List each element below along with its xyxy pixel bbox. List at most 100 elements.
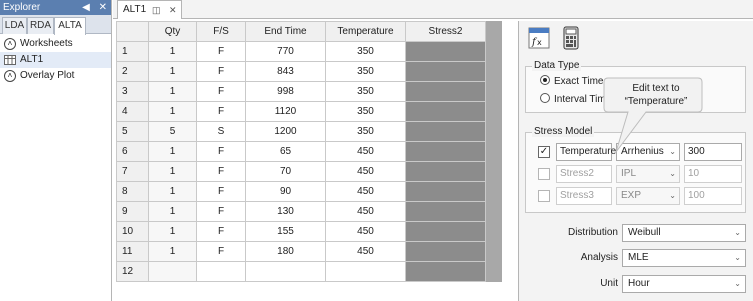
temperature-cell[interactable]: 350 [325, 121, 406, 142]
qty-cell[interactable]: 1 [148, 101, 197, 122]
qty-cell[interactable]: 1 [148, 41, 197, 62]
row-number-cell[interactable]: 10 [116, 221, 149, 242]
end-time-cell[interactable]: 180 [245, 241, 326, 262]
temperature-cell[interactable]: 450 [325, 161, 406, 182]
close-tab-icon[interactable]: ✕ [169, 1, 177, 19]
fs-cell[interactable]: F [196, 81, 246, 102]
row-number-cell[interactable]: 4 [116, 101, 149, 122]
end-time-cell[interactable]: 65 [245, 141, 326, 162]
stress2-cell[interactable] [405, 121, 486, 142]
fs-cell[interactable]: F [196, 161, 246, 182]
analysis-dropdown[interactable]: MLE ⌄ [622, 249, 746, 267]
end-time-cell[interactable]: 1200 [245, 121, 326, 142]
row-number-cell[interactable]: 6 [116, 141, 149, 162]
fs-cell[interactable]: F [196, 61, 246, 82]
row-number-cell[interactable]: 9 [116, 201, 149, 222]
table-row[interactable]: 3 1 F 998 350 [116, 81, 502, 102]
tree-item-alt1[interactable]: ALT1 [0, 52, 111, 68]
stress2-cell[interactable] [405, 141, 486, 162]
fs-cell[interactable]: F [196, 241, 246, 262]
tab-alta[interactable]: ALTA [54, 17, 86, 35]
stress3-model-dropdown[interactable]: EXP ⌄ [616, 187, 680, 205]
row-number-cell[interactable]: 1 [116, 41, 149, 62]
stress2-cell[interactable] [405, 41, 486, 62]
stress2-value-field[interactable]: 10 [684, 165, 742, 183]
collapse-icon[interactable]: ˄ [4, 70, 16, 82]
qty-cell[interactable]: 1 [148, 221, 197, 242]
radio-icon[interactable] [540, 93, 550, 103]
function-wizard-icon[interactable]: f x [527, 26, 551, 50]
stress2-model-dropdown[interactable]: IPL ⌄ [616, 165, 680, 183]
radio-icon[interactable] [540, 75, 550, 85]
stress2-name-field[interactable]: Stress2 [556, 165, 612, 183]
qty-cell[interactable]: 1 [148, 241, 197, 262]
stress2-cell[interactable] [405, 101, 486, 122]
table-row[interactable]: 10 1 F 155 450 [116, 221, 502, 242]
end-time-cell[interactable]: 70 [245, 161, 326, 182]
row-number-cell[interactable]: 8 [116, 181, 149, 202]
tree-item-overlay-plot[interactable]: ˄ Overlay Plot [0, 68, 111, 84]
unit-dropdown[interactable]: Hour ⌄ [622, 275, 746, 293]
temperature-cell[interactable]: 350 [325, 81, 406, 102]
qty-cell[interactable]: 1 [148, 61, 197, 82]
qty-cell[interactable]: 1 [148, 201, 197, 222]
temperature-cell[interactable]: 350 [325, 101, 406, 122]
table-row[interactable]: 12 [116, 261, 502, 282]
temperature-cell[interactable] [325, 261, 406, 282]
distribution-dropdown[interactable]: Weibull ⌄ [622, 224, 746, 242]
fs-cell[interactable]: F [196, 101, 246, 122]
table-row[interactable]: 9 1 F 130 450 [116, 201, 502, 222]
header-end-time[interactable]: End Time [245, 21, 326, 42]
tab-lda[interactable]: LDA [2, 17, 27, 34]
stress2-cell[interactable] [405, 81, 486, 102]
header-stress2[interactable]: Stress2 [405, 21, 486, 42]
qty-cell[interactable]: 1 [148, 181, 197, 202]
qty-cell[interactable]: 1 [148, 161, 197, 182]
end-time-cell[interactable]: 843 [245, 61, 326, 82]
temperature-cell[interactable]: 450 [325, 201, 406, 222]
end-time-cell[interactable]: 90 [245, 181, 326, 202]
fs-cell[interactable]: F [196, 41, 246, 62]
temperature-cell[interactable]: 450 [325, 181, 406, 202]
table-row[interactable]: 11 1 F 180 450 [116, 241, 502, 262]
temperature-cell[interactable]: 350 [325, 41, 406, 62]
row-number-cell[interactable]: 3 [116, 81, 149, 102]
stress2-cell[interactable] [405, 241, 486, 262]
tab-alt1[interactable]: ALT1 ◫ ✕ [117, 0, 182, 19]
qty-cell[interactable]: 1 [148, 81, 197, 102]
table-row[interactable]: 2 1 F 843 350 [116, 61, 502, 82]
stress2-cell[interactable] [405, 221, 486, 242]
table-row[interactable]: 8 1 F 90 450 [116, 181, 502, 202]
radio-exact-time[interactable]: Exact Time [540, 75, 603, 89]
header-fs[interactable]: F/S [196, 21, 246, 42]
pin-icon[interactable]: ◀ [82, 2, 90, 13]
fs-cell[interactable]: F [196, 141, 246, 162]
stress1-checkbox[interactable]: ✓ [538, 146, 550, 158]
row-number-cell[interactable]: 7 [116, 161, 149, 182]
end-time-cell[interactable]: 770 [245, 41, 326, 62]
row-number-cell[interactable]: 5 [116, 121, 149, 142]
stress3-name-field[interactable]: Stress3 [556, 187, 612, 205]
close-icon[interactable]: ✕ [99, 2, 107, 13]
stress2-cell[interactable] [405, 61, 486, 82]
end-time-cell[interactable]: 998 [245, 81, 326, 102]
end-time-cell[interactable]: 155 [245, 221, 326, 242]
tab-rda[interactable]: RDA [27, 17, 54, 34]
tree-item-worksheets[interactable]: ˄ Worksheets [0, 36, 111, 52]
qty-cell[interactable]: 5 [148, 121, 197, 142]
table-row[interactable]: 1 1 F 770 350 [116, 41, 502, 62]
end-time-cell[interactable] [245, 261, 326, 282]
end-time-cell[interactable]: 130 [245, 201, 326, 222]
fs-cell[interactable] [196, 261, 246, 282]
collapse-icon[interactable]: ˄ [4, 38, 16, 50]
row-number-cell[interactable]: 2 [116, 61, 149, 82]
qty-cell[interactable]: 1 [148, 141, 197, 162]
fs-cell[interactable]: F [196, 221, 246, 242]
float-icon[interactable]: ◫ [152, 1, 161, 19]
stress2-cell[interactable] [405, 161, 486, 182]
fs-cell[interactable]: F [196, 181, 246, 202]
temperature-cell[interactable]: 450 [325, 221, 406, 242]
table-row[interactable]: 4 1 F 1120 350 [116, 101, 502, 122]
header-qty[interactable]: Qty [148, 21, 197, 42]
temperature-cell[interactable]: 450 [325, 141, 406, 162]
